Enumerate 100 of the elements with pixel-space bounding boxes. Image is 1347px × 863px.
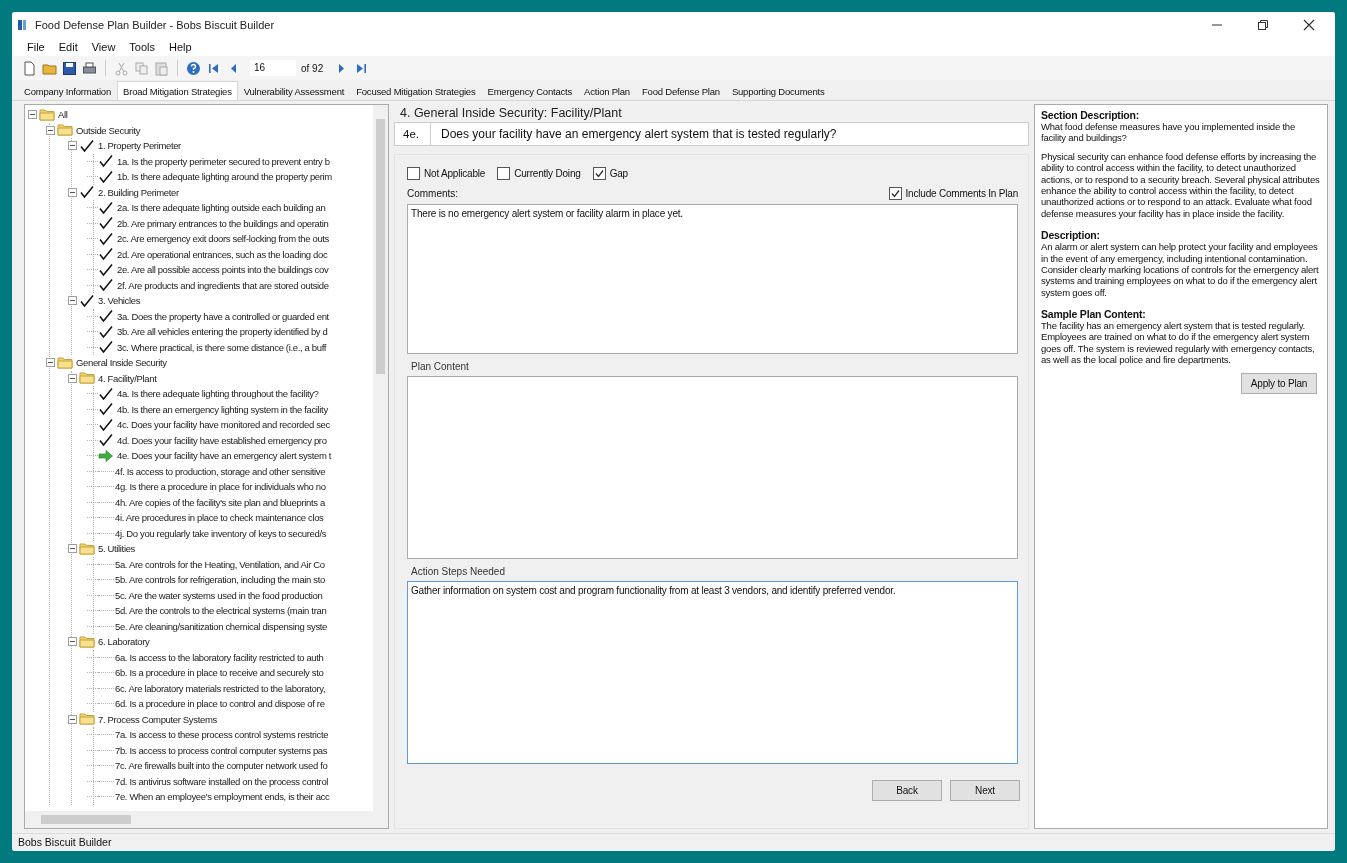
tree-item[interactable]: 3. Vehicles bbox=[97, 295, 142, 307]
checkmark-icon bbox=[98, 230, 114, 247]
tree-item[interactable]: 1b. Is there adequate lighting around the property perim bbox=[116, 171, 333, 183]
description-text: Physical security can enhance food defense efforts by increasing the ability to control access within the facility, to detect unauthorized actions, or to respond to a security breach. Several physical attributes enhance the ability to control access within the facility, to detect unauthorized actions or to respond to an attack. Evaluate what food defense measures your facility has in place inside the facility. bbox=[1041, 150, 1321, 220]
tab[interactable]: Action Plan bbox=[578, 83, 636, 100]
tree-item[interactable]: 4a. Is there adequate lighting throughout the facility? bbox=[116, 388, 320, 400]
collapse-icon[interactable] bbox=[68, 544, 77, 554]
tree-item[interactable]: 6d. Is a procedure in place to control and dispose of re bbox=[114, 698, 326, 710]
tree-item[interactable]: 4h. Are copies of the facility's site plan and blueprints a bbox=[114, 496, 326, 508]
checkbox[interactable] bbox=[888, 187, 902, 200]
tree-item[interactable]: General Inside Security bbox=[75, 357, 168, 369]
vertical-scrollbar[interactable] bbox=[373, 105, 388, 811]
tab[interactable]: Food Defense Plan bbox=[635, 83, 726, 100]
folder-icon bbox=[57, 354, 73, 371]
tab[interactable]: Emergency Contacts bbox=[481, 83, 579, 100]
collapse-icon[interactable] bbox=[68, 714, 77, 724]
comments-field[interactable]: There is no emergency alert system or facility alarm in place yet. bbox=[407, 204, 1018, 354]
tree-item[interactable]: 2b. Are primary entrances to the buildings and operatin bbox=[116, 217, 330, 229]
tree-item[interactable]: 2. Building Perimeter bbox=[97, 186, 180, 198]
checkbox-label: Not Applicable bbox=[424, 168, 486, 179]
tree-item[interactable]: 7c. Are firewalls built into the computer network used fo bbox=[114, 760, 329, 772]
restore-icon[interactable] bbox=[1257, 19, 1269, 31]
tab[interactable]: Vulnerability Assessment bbox=[237, 83, 351, 100]
checkbox-label: Currently Doing bbox=[514, 168, 581, 179]
tree-item[interactable]: 7a. Is access to these process control systems restricte bbox=[114, 729, 330, 741]
tree-item[interactable]: 2d. Are operational entrances, such as the loading doc bbox=[116, 248, 329, 260]
checkbox-label: Include Comments In Plan bbox=[905, 188, 1018, 199]
apply-to-plan-button[interactable]: Apply to Plan bbox=[1241, 372, 1317, 394]
collapse-icon[interactable] bbox=[68, 141, 77, 151]
checkmark-icon bbox=[98, 308, 114, 325]
tree-item[interactable]: 5b. Are controls for refrigeration, including the main sto bbox=[114, 574, 326, 586]
menu-item[interactable]: Help bbox=[162, 40, 199, 54]
checkmark-icon bbox=[79, 137, 95, 154]
menu-item[interactable]: File bbox=[20, 40, 52, 54]
collapse-icon[interactable] bbox=[46, 358, 55, 368]
tree-item[interactable]: 4f. Is access to production, storage and other sensitive bbox=[114, 465, 327, 477]
question-number: 4e. bbox=[395, 123, 431, 145]
tree-item[interactable]: Outside Security bbox=[75, 124, 142, 136]
help-icon[interactable] bbox=[186, 60, 201, 76]
tab[interactable]: Company Information bbox=[18, 83, 118, 100]
checkmark-icon bbox=[98, 153, 114, 170]
collapse-icon[interactable] bbox=[68, 296, 77, 306]
collapse-icon[interactable] bbox=[68, 187, 77, 197]
field-label: Action Steps Needed bbox=[410, 565, 506, 579]
nav-button[interactable]: Back bbox=[872, 780, 942, 801]
tree-item[interactable]: 3c. Where practical, is there some distance (i.e., a buff bbox=[116, 341, 328, 353]
record-number-field[interactable]: 16 bbox=[250, 60, 296, 76]
checkbox[interactable] bbox=[592, 167, 606, 180]
menu-item[interactable]: Tools bbox=[122, 40, 163, 54]
tree-item[interactable]: 5e. Are cleaning/sanitization chemical dispensing syste bbox=[114, 620, 329, 632]
horizontal-scrollbar[interactable] bbox=[25, 811, 388, 828]
tree-item[interactable]: 6b. Is a procedure in place to receive and securely sto bbox=[114, 667, 325, 679]
tree-item[interactable]: 4i. Are procedures in place to check maintenance clos bbox=[114, 512, 325, 524]
tree-item[interactable]: 2f. Are products and ingredients that are stored outside bbox=[116, 279, 330, 291]
checkmark-icon bbox=[79, 184, 95, 201]
tab[interactable]: Focused Mitigation Strategies bbox=[350, 83, 482, 100]
tree-item[interactable]: 4. Facility/Plant bbox=[97, 372, 158, 384]
checkbox[interactable] bbox=[407, 167, 420, 180]
tree-item[interactable]: 7d. Is antivirus software installed on the process control bbox=[114, 775, 330, 787]
tree-item[interactable]: 2c. Are emergency exit doors self-locking from the outs bbox=[116, 233, 331, 245]
collapse-icon[interactable] bbox=[68, 637, 77, 647]
tree-item[interactable]: 4c. Does your facility have monitored and recorded sec bbox=[116, 419, 331, 431]
close-icon[interactable] bbox=[1303, 19, 1315, 31]
tree-item[interactable]: 4g. Is there a procedure in place for individuals who no bbox=[114, 481, 327, 493]
tree-item[interactable]: 4d. Does your facility have established emergency pro bbox=[116, 434, 328, 446]
tree-item[interactable]: 6a. Is access to the laboratory facility restricted to auth bbox=[114, 651, 325, 663]
menu-item[interactable]: View bbox=[84, 40, 123, 54]
tree-item[interactable]: 5c. Are the water systems used in the food production bbox=[114, 589, 324, 601]
action-steps-field[interactable]: Gather information on system cost and program functionality from at least 3 vendors, and identify preferred vendor. bbox=[407, 581, 1018, 764]
tree-item[interactable]: 7b. Is access to process control computer systems pas bbox=[114, 744, 329, 756]
tree-item[interactable]: 5. Utilities bbox=[97, 543, 136, 555]
print-icon[interactable] bbox=[82, 60, 97, 76]
tree-item[interactable]: 3b. Are all vehicles entering the property identified by d bbox=[116, 326, 329, 338]
checkmark-icon bbox=[98, 246, 114, 263]
collapse-icon[interactable] bbox=[28, 110, 37, 120]
tree-item[interactable]: 4j. Do you regularly take inventory of keys to secured/s bbox=[114, 527, 328, 539]
tab[interactable]: Broad Mitigation Strategies bbox=[117, 81, 238, 100]
collapse-icon[interactable] bbox=[68, 373, 77, 383]
tree-item[interactable]: 6c. Are laboratory materials restricted to the laboratory, bbox=[114, 682, 327, 694]
new-file-icon[interactable] bbox=[22, 60, 37, 76]
tree-item[interactable]: 6. Laboratory bbox=[97, 636, 151, 648]
save-icon[interactable] bbox=[62, 60, 77, 76]
checkbox[interactable] bbox=[497, 167, 511, 180]
collapse-icon[interactable] bbox=[46, 125, 55, 135]
tree-item[interactable]: 4b. Is there an emergency lighting system in the facility bbox=[116, 403, 329, 415]
tab[interactable]: Supporting Documents bbox=[725, 83, 831, 100]
tree-item[interactable]: 5d. Are the controls to the electrical systems (main tran bbox=[114, 605, 328, 617]
tree-item[interactable]: 7e. When an employee's employment ends, is their acc bbox=[114, 791, 331, 803]
tree-item[interactable]: 5a. Are controls for the Heating, Ventilation, and Air Co bbox=[114, 558, 326, 570]
tree-item[interactable]: 1. Property Perimeter bbox=[97, 140, 182, 152]
tree-item[interactable]: 2a. Is there adequate lighting outside each building an bbox=[116, 202, 327, 214]
nav-button[interactable]: Next bbox=[950, 780, 1020, 801]
tree-item[interactable]: 1a. Is the property perimeter secured to prevent entry b bbox=[116, 155, 331, 167]
plan-content-field[interactable] bbox=[407, 376, 1018, 559]
tree-item[interactable]: All bbox=[57, 109, 69, 121]
menu-item[interactable]: Edit bbox=[51, 40, 85, 54]
tree-item[interactable]: 4e. Does your facility have an emergency alert system t bbox=[116, 450, 333, 462]
tree-item[interactable]: 3a. Does the property have a controlled or guarded ent bbox=[116, 310, 330, 322]
tree-item[interactable]: 2e. Are all possible access points into the buildings cov bbox=[116, 264, 330, 276]
tree-item[interactable]: 7. Process Computer Systems bbox=[97, 713, 218, 725]
